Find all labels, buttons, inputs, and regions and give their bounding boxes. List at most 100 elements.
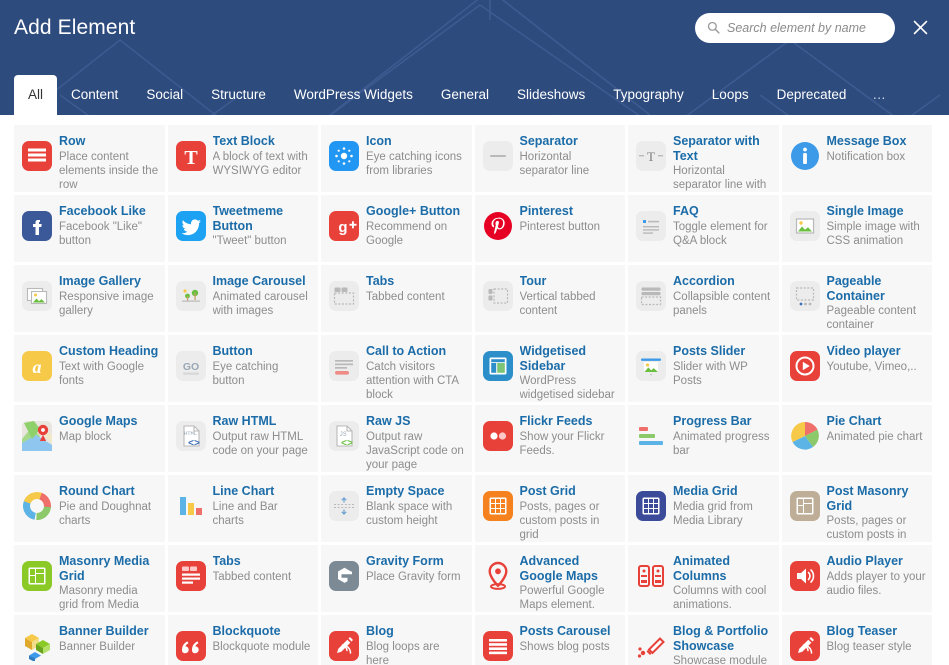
tab-loops[interactable]: Loops (698, 75, 763, 115)
element-card[interactable]: Gravity Form Place Gravity form (321, 545, 475, 615)
element-card-body: Call to Action Catch visitors attention w… (366, 344, 466, 402)
element-card[interactable]: Round Chart Pie and Doughnat charts (14, 475, 168, 545)
element-card[interactable]: Post Masonry Grid Posts, pages or custom … (781, 475, 935, 545)
message-box-icon (790, 141, 820, 171)
element-card[interactable]: Separator Horizontal separator line (474, 125, 628, 195)
tab-wordpress-widgets[interactable]: WordPress Widgets (280, 75, 427, 115)
element-card[interactable]: JS <> Raw JS Output raw JavaScript code on … (321, 405, 475, 475)
search-box[interactable] (695, 12, 895, 43)
element-card[interactable]: Video player Youtube, Vimeo,.. (781, 335, 935, 405)
svg-text:HTML: HTML (183, 430, 196, 437)
element-card[interactable]: Media Grid Media grid from Media Library (628, 475, 782, 545)
element-card-title: Pinterest (519, 204, 574, 218)
element-card[interactable]: Banner Builder Banner Builder (14, 615, 168, 665)
element-card-body: Message Box Notification box (827, 134, 927, 164)
element-list-scroll-area[interactable]: Row Place content elements inside the row… (0, 115, 949, 665)
element-card-title: Button (212, 344, 253, 358)
image-carousel-icon (175, 281, 206, 311)
element-card[interactable]: Blog Teaser Blog teaser style (781, 615, 935, 665)
element-card[interactable]: Flickr Feeds Show your Flickr Feeds. (474, 405, 628, 475)
posts-slider-icon (636, 351, 666, 381)
element-card[interactable]: Tweetmeme Button "Tweet" button (167, 195, 321, 265)
tab-general[interactable]: General (427, 75, 503, 115)
element-card[interactable]: Accordion Collapsible content panels (628, 265, 782, 335)
element-card[interactable]: Tabs Tabbed content (321, 265, 475, 335)
element-card[interactable]: Message Box Notification box (781, 125, 935, 195)
posts-carousel-icon (482, 631, 513, 661)
element-card-body: Button Eye catching button (213, 344, 313, 388)
animated-columns-icon (636, 561, 666, 591)
element-card[interactable]: Pageable Container Pageable content conta… (781, 265, 935, 335)
svg-text:<>: <> (187, 439, 199, 450)
element-card[interactable]: Tabs Tabbed content (167, 545, 321, 615)
element-card[interactable]: T Text Block A block of text with WYSIWYG … (167, 125, 321, 195)
element-card-title: Masonry Media Grid (59, 554, 150, 583)
element-card-description: Output raw JavaScript code on your page (366, 430, 464, 471)
tab-all[interactable]: All (14, 75, 58, 115)
element-card-title: Audio Player (826, 554, 903, 568)
element-card-body: Posts Slider Slider with WP Posts (673, 344, 773, 388)
element-card[interactable]: Call to Action Catch visitors attention w… (321, 335, 475, 405)
element-card[interactable]: FAQ Toggle element for Q&A block (628, 195, 782, 265)
tab-social[interactable]: Social (132, 75, 197, 115)
element-card[interactable]: Pie Chart Animated pie chart (781, 405, 935, 475)
element-card-body: Blog & Portfolio Showcase Showcase module (673, 624, 773, 665)
element-card[interactable]: Tour Vertical tabbed content (474, 265, 628, 335)
close-icon[interactable] (909, 17, 931, 39)
element-card[interactable]: Image Gallery Responsive image gallery (14, 265, 168, 335)
element-card[interactable]: Line Chart Line and Bar charts (167, 475, 321, 545)
element-card-body: FAQ Toggle element for Q&A block (673, 204, 773, 248)
element-card[interactable]: Blog & Portfolio Showcase Showcase module (628, 615, 782, 665)
search-input[interactable] (727, 20, 883, 35)
element-card-body: Animated Columns Columns with cool animat… (673, 554, 773, 612)
tab-content[interactable]: Content (57, 75, 132, 115)
element-card[interactable]: Google Maps Map block (14, 405, 168, 475)
tab-typography[interactable]: Typography (599, 75, 698, 115)
element-card[interactable]: GO Button Eye catching button (167, 335, 321, 405)
element-card[interactable]: Facebook Like Facebook "Like" button (14, 195, 168, 265)
modal-header: Add Element AllContentSocialStructureWor… (0, 0, 949, 115)
blog-icon (329, 631, 359, 661)
element-card[interactable]: Audio Player Adds player to your audio fi… (781, 545, 935, 615)
element-card[interactable]: Masonry Media Grid Masonry media grid fro… (14, 545, 168, 615)
element-card-title: Animated Columns (673, 554, 730, 583)
element-card-description: Simple image with CSS animation (826, 220, 920, 247)
element-card-description: Blank space with custom height (366, 500, 453, 527)
element-card-body: Advanced Google Maps Powerful Google Maps… (520, 554, 620, 612)
element-card[interactable]: Image Carousel Animated carousel with ima… (167, 265, 321, 335)
element-card[interactable]: Widgetised Sidebar WordPress widgetised s… (474, 335, 628, 405)
element-card[interactable]: Posts Carousel Shows blog posts (474, 615, 628, 665)
element-card-description: Line and Bar charts (212, 500, 278, 527)
svg-text:g: g (338, 219, 347, 236)
audio-player-icon (789, 561, 820, 591)
element-card[interactable]: g Google+ Button Recommend on Google (321, 195, 475, 265)
element-card[interactable]: Row Place content elements inside the row (14, 125, 168, 195)
header-controls (695, 12, 931, 43)
element-card[interactable]: Pinterest Pinterest button (474, 195, 628, 265)
element-card-title: Blog Teaser (826, 624, 898, 638)
element-card-title: Google Maps (59, 414, 138, 428)
tab-more[interactable]: … (860, 75, 900, 115)
element-card[interactable]: Empty Space Blank space with custom heigh… (321, 475, 475, 545)
element-card-body: Tabs Tabbed content (213, 554, 313, 584)
tab-structure[interactable]: Structure (197, 75, 280, 115)
post-masonry-grid-icon (789, 491, 820, 521)
tab-deprecated[interactable]: Deprecated (763, 75, 861, 115)
element-card[interactable]: Posts Slider Slider with WP Posts (628, 335, 782, 405)
element-card[interactable]: a Custom Heading Text with Google fonts (14, 335, 168, 405)
element-card[interactable]: HTML <> Raw HTML Output raw HTML code on yo… (167, 405, 321, 475)
element-card-title: Single Image (826, 204, 904, 218)
element-card[interactable]: Icon Eye catching icons from libraries (321, 125, 475, 195)
element-card[interactable]: Blog Blog loops are here (321, 615, 475, 665)
element-card[interactable]: Blockquote Blockquote module (167, 615, 321, 665)
element-card[interactable]: Advanced Google Maps Powerful Google Maps… (474, 545, 628, 615)
tab-slideshows[interactable]: Slideshows (503, 75, 599, 115)
element-card[interactable]: Animated Columns Columns with cool animat… (628, 545, 782, 615)
element-card-body: Icon Eye catching icons from libraries (366, 134, 466, 178)
element-card[interactable]: Post Grid Posts, pages or custom posts in… (474, 475, 628, 545)
element-card[interactable]: Progress Bar Animated progress bar (628, 405, 782, 475)
element-card[interactable]: T Separator with Text Horizontal separator… (628, 125, 782, 195)
element-card[interactable]: Single Image Simple image with CSS animat… (781, 195, 935, 265)
element-card-description: "Tweet" button (212, 235, 287, 247)
element-card-title: Raw HTML (212, 414, 277, 428)
